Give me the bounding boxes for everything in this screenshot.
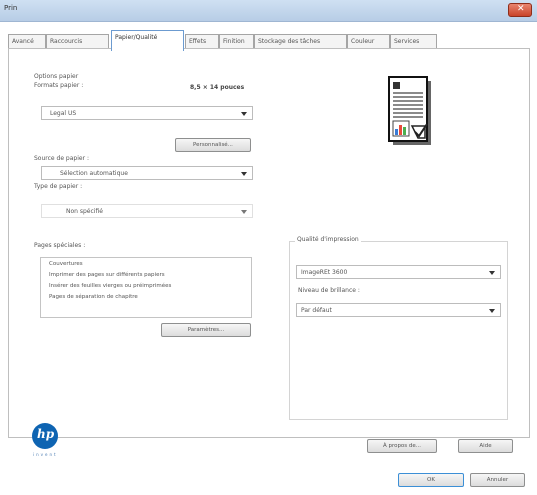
chart-bar-icon	[399, 125, 402, 135]
page-preview-icon	[388, 76, 431, 145]
special-pages-list[interactable]: Couvertures Imprimer des pages sur diffé…	[40, 257, 252, 318]
page-text-lines	[393, 92, 423, 118]
paper-size-label: Formats papier :	[34, 82, 84, 89]
paper-size-dimensions: 8,5 × 14 pouces	[190, 84, 245, 91]
chevron-down-icon	[241, 112, 247, 116]
custom-size-button[interactable]: Personnalisé...	[175, 138, 251, 152]
print-quality-title: Qualité d'impression	[295, 236, 361, 243]
special-pages-label: Pages spéciales :	[34, 242, 86, 249]
paper-type-select[interactable]: Non spécifié	[41, 204, 253, 218]
hp-logo: hp	[32, 423, 58, 449]
paper-source-select[interactable]: Sélection automatique	[41, 166, 253, 180]
chevron-down-icon	[489, 271, 495, 275]
gloss-level-label: Niveau de brillance :	[298, 287, 360, 294]
tab-strip: Avancé Raccourcis Papier/Qualité Effets …	[0, 22, 537, 51]
list-item[interactable]: Pages de séparation de chapitre	[49, 294, 138, 300]
ok-button[interactable]: OK	[398, 473, 464, 487]
paper-size-selected: Legal US	[50, 110, 77, 117]
list-item[interactable]: Insérer des feuilles vierges ou préimpri…	[49, 283, 171, 289]
paper-source-selected: Sélection automatique	[60, 170, 128, 177]
chevron-down-icon	[489, 309, 495, 313]
paper-type-label: Type de papier :	[34, 183, 83, 190]
chart-bar-icon	[403, 127, 406, 135]
window-title: Prin	[4, 4, 18, 12]
close-icon: ✕	[517, 4, 525, 14]
special-pages-settings-button[interactable]: Paramètres...	[161, 323, 251, 337]
print-quality-select[interactable]: ImageREt 3600	[296, 265, 501, 279]
help-button[interactable]: Aide	[458, 439, 513, 453]
print-quality-selected: ImageREt 3600	[301, 269, 348, 276]
chevron-down-icon	[241, 172, 247, 176]
chevron-down-icon	[241, 210, 247, 214]
title-bar: Prin ✕	[0, 0, 537, 22]
gloss-level-selected: Par défaut	[301, 307, 332, 314]
paper-type-selected: Non spécifié	[66, 208, 103, 215]
hp-tagline: invent	[33, 452, 58, 457]
hp-logo-text: hp	[37, 427, 55, 441]
chart-bar-icon	[395, 129, 398, 135]
tab-paper-quality[interactable]: Papier/Qualité	[111, 30, 184, 51]
close-button[interactable]: ✕	[508, 3, 532, 17]
page-header-block	[393, 82, 400, 89]
gloss-level-select[interactable]: Par défaut	[296, 303, 501, 317]
list-item[interactable]: Imprimer des pages sur différents papier…	[49, 272, 165, 278]
about-button[interactable]: À propos de...	[367, 439, 437, 453]
cancel-button[interactable]: Annuler	[470, 473, 525, 487]
paper-options-title: Options papier	[34, 73, 79, 80]
paper-size-select[interactable]: Legal US	[41, 106, 253, 120]
paper-source-label: Source de papier :	[34, 155, 89, 162]
list-item[interactable]: Couvertures	[49, 261, 83, 267]
